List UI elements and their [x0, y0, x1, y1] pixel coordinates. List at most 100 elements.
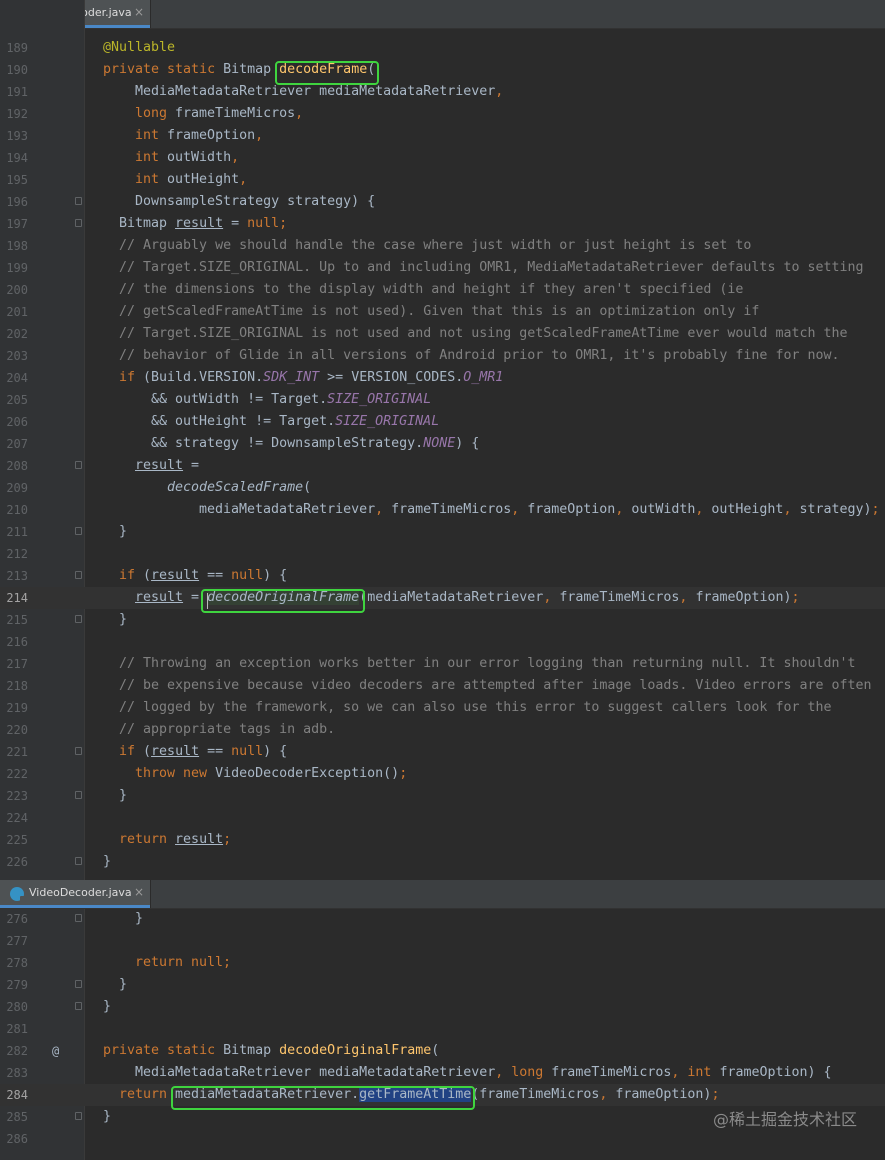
code-text: private static Bitmap decodeOriginalFram… [103, 1043, 440, 1058]
code-line[interactable]: 279} [0, 974, 885, 996]
fold-marker-icon[interactable] [75, 571, 82, 579]
line-number: 282 [6, 1044, 28, 1058]
line-number: 285 [6, 1110, 28, 1124]
line-number: 210 [6, 503, 28, 517]
fold-marker-icon[interactable] [75, 747, 82, 755]
code-text: MediaMetadataRetriever mediaMetadataRetr… [135, 1065, 832, 1080]
code-line[interactable]: 190 private static Bitmap decodeFrame( [0, 59, 885, 81]
code-line[interactable]: 211} [0, 521, 885, 543]
editor-pane-top[interactable]: VideoDecoder.java × 189 @Nullable 190 priva… [0, 0, 885, 880]
line-number: 277 [6, 934, 28, 948]
code-line[interactable]: 216 [0, 631, 885, 653]
code-text: // logged by the framework, so we can al… [119, 700, 832, 715]
fold-marker-icon[interactable] [75, 219, 82, 227]
active-tab-indicator [0, 905, 150, 908]
code-text: result = decodeOriginalFrame(mediaMetada… [135, 590, 800, 605]
code-line[interactable]: 278 return null; [0, 952, 885, 974]
code-text: if (result == null) { [119, 568, 288, 583]
code-line[interactable]: 214 result = decodeOriginalFrame(mediaMet… [0, 587, 885, 609]
code-line[interactable]: 194 int outWidth, [0, 147, 885, 169]
tab-video-decoder-java[interactable]: VideoDecoder.java × [0, 880, 151, 908]
override-marker-icon[interactable]: @ [52, 1040, 59, 1062]
code-line[interactable]: 208 result = [0, 455, 885, 477]
code-line[interactable]: 282 @ private static Bitmap decodeOriginal… [0, 1040, 885, 1062]
code-line[interactable]: 223} [0, 785, 885, 807]
code-line[interactable]: 281 [0, 1018, 885, 1040]
code-line[interactable]: 276} [0, 908, 885, 930]
fold-marker-icon[interactable] [75, 615, 82, 623]
code-text: if (Build.VERSION.SDK_INT >= VERSION_COD… [119, 370, 504, 385]
code-text: MediaMetadataRetriever mediaMetadataRetr… [135, 84, 504, 99]
code-text: } [119, 788, 128, 803]
fold-marker-icon[interactable] [75, 857, 82, 865]
tab-label: VideoDecoder.java [29, 886, 132, 899]
code-line[interactable]: 196 DownsampleStrategy strategy) { [0, 191, 885, 213]
code-line[interactable]: 189 @Nullable [0, 37, 885, 59]
close-icon[interactable]: × [134, 885, 144, 899]
line-number: 205 [6, 393, 28, 407]
code-line[interactable]: 206 && outHeight != Target.SIZE_ORIGINAL [0, 411, 885, 433]
code-line[interactable]: 224 [0, 807, 885, 829]
code-line[interactable]: 217 // Throwing an exception works better… [0, 653, 885, 675]
code-text: int outWidth, [135, 150, 240, 165]
fold-marker-icon[interactable] [75, 791, 82, 799]
code-line[interactable]: 192 long frameTimeMicros, [0, 103, 885, 125]
code-line[interactable]: 219 // logged by the framework, so we can… [0, 697, 885, 719]
code-line[interactable]: 284 return mediaMetadataRetriever.getFram… [0, 1084, 885, 1106]
line-number: 192 [6, 107, 28, 121]
code-line[interactable]: 201 // getScaledFrameAtTime is not used).… [0, 301, 885, 323]
code-line[interactable]: 213 if (result == null) { [0, 565, 885, 587]
code-line[interactable]: 283 MediaMetadataRetriever mediaMetadataR… [0, 1062, 885, 1084]
code-line[interactable]: 280} [0, 996, 885, 1018]
fold-marker-icon[interactable] [75, 461, 82, 469]
line-number: 278 [6, 956, 28, 970]
code-editor[interactable]: 189 @Nullable 190 private static Bitmap dec… [0, 0, 885, 880]
line-number: 198 [6, 239, 28, 253]
close-icon[interactable]: × [134, 5, 144, 19]
code-line[interactable]: 204 if (Build.VERSION.SDK_INT >= VERSION_… [0, 367, 885, 389]
tab-bar: VideoDecoder.java × [0, 880, 885, 909]
code-text: } [119, 977, 128, 992]
code-line[interactable]: 200 // the dimensions to the display widt… [0, 279, 885, 301]
code-line[interactable]: 195 int outHeight, [0, 169, 885, 191]
line-number: 200 [6, 283, 28, 297]
code-line[interactable]: 221 if (result == null) { [0, 741, 885, 763]
line-number: 219 [6, 701, 28, 715]
code-text: if (result == null) { [119, 744, 288, 759]
line-number: 209 [6, 481, 28, 495]
fold-marker-icon[interactable] [75, 1002, 82, 1010]
code-text: // be expensive because video decoders a… [119, 678, 872, 693]
line-number: 224 [6, 811, 28, 825]
code-line[interactable]: 202 // Target.SIZE_ORIGINAL is not used a… [0, 323, 885, 345]
line-number: 208 [6, 459, 28, 473]
line-number: 199 [6, 261, 28, 275]
code-line[interactable]: 209 decodeScaledFrame( [0, 477, 885, 499]
code-text: && outWidth != Target.SIZE_ORIGINAL [151, 392, 432, 407]
code-line[interactable]: 277 [0, 930, 885, 952]
code-line[interactable]: 222 throw new VideoDecoderException(); [0, 763, 885, 785]
code-text: // getScaledFrameAtTime is not used). Gi… [119, 304, 760, 319]
code-line[interactable]: 197 Bitmap result = null; [0, 213, 885, 235]
fold-marker-icon[interactable] [75, 1112, 82, 1120]
code-line[interactable]: 198 // Arguably we should handle the case… [0, 235, 885, 257]
fold-marker-icon[interactable] [75, 980, 82, 988]
code-line[interactable]: 205 && outWidth != Target.SIZE_ORIGINAL [0, 389, 885, 411]
code-line[interactable]: 191 MediaMetadataRetriever mediaMetadataR… [0, 81, 885, 103]
code-line[interactable]: 226} [0, 851, 885, 873]
code-line[interactable]: 225 return result; [0, 829, 885, 851]
code-line[interactable]: 220 // appropriate tags in adb. [0, 719, 885, 741]
code-line[interactable]: 199 // Target.SIZE_ORIGINAL. Up to and in… [0, 257, 885, 279]
fold-marker-icon[interactable] [75, 197, 82, 205]
code-line[interactable]: 193 int frameOption, [0, 125, 885, 147]
code-line[interactable]: 203 // behavior of Glide in all versions … [0, 345, 885, 367]
fold-marker-icon[interactable] [75, 527, 82, 535]
fold-marker-icon[interactable] [75, 914, 82, 922]
code-line[interactable]: 210 mediaMetadataRetriever, frameTimeMicr… [0, 499, 885, 521]
code-line[interactable]: 215} [0, 609, 885, 631]
code-text: long frameTimeMicros, [135, 106, 304, 121]
code-line[interactable]: 218 // be expensive because video decoder… [0, 675, 885, 697]
code-line[interactable]: 212 [0, 543, 885, 565]
code-line[interactable]: 207 && strategy != DownsampleStrategy.NON… [0, 433, 885, 455]
line-number: 218 [6, 679, 28, 693]
code-line[interactable]: 286 [0, 1128, 885, 1150]
